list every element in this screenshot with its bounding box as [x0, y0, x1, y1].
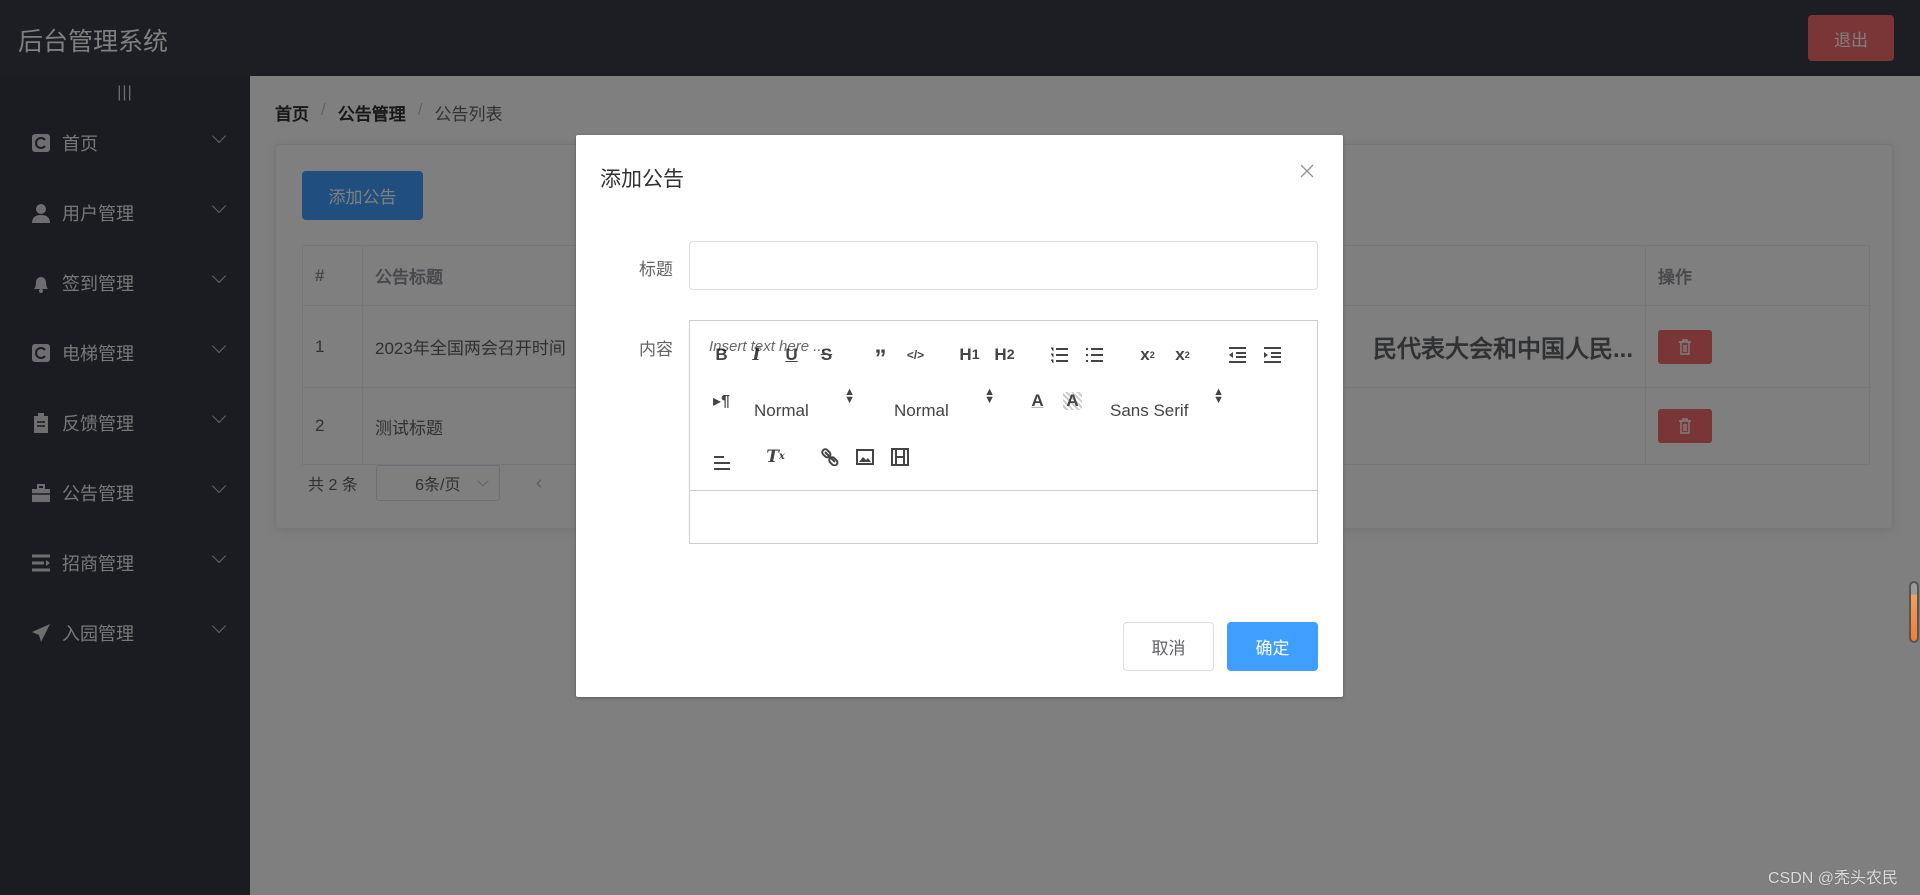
- add-announcement-dialog: 添加公告 标题 内容 B I U S ” </> H1 H2 x2 x2 ▸¶ …: [576, 135, 1343, 697]
- image-icon[interactable]: [847, 442, 882, 472]
- font-picker[interactable]: Sans Serif ▲ ▼: [1095, 386, 1230, 426]
- outdent-icon[interactable]: [1219, 340, 1254, 370]
- blockquote-icon[interactable]: ”: [863, 340, 898, 372]
- size-picker[interactable]: Normal ▲ ▼: [879, 386, 1001, 426]
- superscript-button[interactable]: x2: [1165, 340, 1200, 370]
- chevron-updown-icon: ▲ ▼: [844, 385, 855, 406]
- dialog-title: 添加公告: [600, 168, 684, 191]
- scrollbar-thumb[interactable]: [1909, 581, 1919, 643]
- editor-placeholder[interactable]: Insert text here ...: [709, 338, 826, 355]
- code-block-icon[interactable]: </>: [898, 340, 933, 370]
- title-label: 标题: [639, 260, 673, 279]
- chevron-updown-icon: ▲ ▼: [984, 385, 995, 406]
- chevron-updown-icon: ▲ ▼: [1213, 385, 1224, 406]
- text-color-icon[interactable]: A: [1020, 386, 1055, 416]
- close-icon[interactable]: [1297, 161, 1317, 181]
- text-direction-icon[interactable]: ▸¶: [704, 386, 739, 416]
- header-1-button[interactable]: H1: [952, 340, 987, 370]
- header-2-button[interactable]: H2: [987, 340, 1022, 370]
- confirm-button[interactable]: 确定: [1227, 622, 1318, 671]
- link-icon[interactable]: [812, 442, 847, 472]
- cancel-button[interactable]: 取消: [1123, 622, 1214, 671]
- header-picker[interactable]: Normal ▲ ▼: [739, 386, 861, 426]
- subscript-button[interactable]: x2: [1130, 340, 1165, 370]
- bullet-list-icon[interactable]: [1076, 340, 1111, 370]
- title-input[interactable]: [689, 241, 1318, 290]
- ordered-list-icon[interactable]: [1041, 340, 1076, 370]
- watermark: CSDN @秃头农民: [1768, 870, 1899, 887]
- align-icon[interactable]: [704, 442, 739, 472]
- clear-format-icon[interactable]: Tx: [758, 442, 793, 472]
- background-color-icon[interactable]: A: [1055, 386, 1090, 416]
- video-icon[interactable]: [882, 442, 917, 472]
- indent-icon[interactable]: [1254, 340, 1289, 370]
- content-label: 内容: [639, 340, 673, 359]
- rich-text-editor: B I U S ” </> H1 H2 x2 x2 ▸¶ Normal ▲ ▼ No…: [689, 320, 1318, 544]
